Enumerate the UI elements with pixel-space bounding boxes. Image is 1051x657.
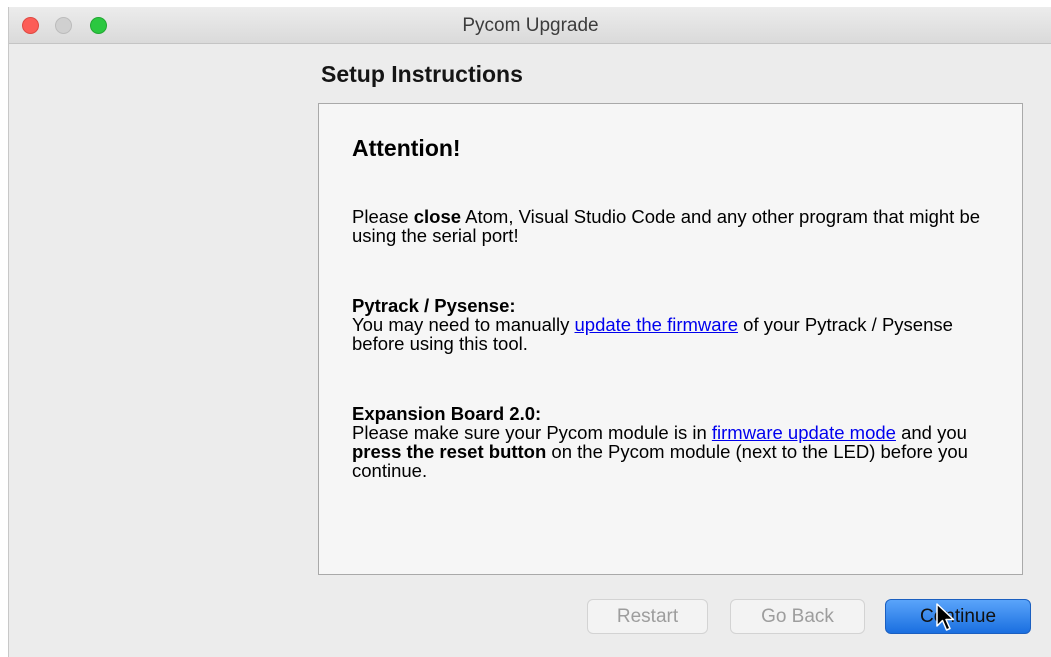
expansion-text-before: Please make sure your Pycom module is in bbox=[352, 422, 712, 443]
pytrack-text-before: You may need to manually bbox=[352, 314, 575, 335]
continue-button[interactable]: Continue bbox=[885, 599, 1031, 634]
instructions-panel: Attention! Please close Atom, Visual Stu… bbox=[318, 103, 1023, 575]
restart-button[interactable]: Restart bbox=[587, 599, 708, 634]
window-title: Pycom Upgrade bbox=[462, 15, 599, 36]
reset-button-instruction: press the reset button bbox=[352, 441, 547, 462]
expansion-text-middle: and you bbox=[895, 422, 967, 443]
expansion-board-section: Expansion Board 2.0: Please make sure you… bbox=[352, 404, 992, 480]
pytrack-section: Pytrack / Pysense: You may need to manual… bbox=[352, 296, 992, 353]
expansion-heading: Expansion Board 2.0: bbox=[352, 403, 542, 424]
pytrack-heading: Pytrack / Pysense: bbox=[352, 295, 516, 316]
go-back-button[interactable]: Go Back bbox=[730, 599, 865, 634]
title-bar: Pycom Upgrade bbox=[9, 7, 1051, 44]
update-firmware-link[interactable]: update the firmware bbox=[575, 314, 739, 335]
close-notice-prefix: Please bbox=[352, 206, 414, 227]
app-window: Pycom Upgrade Setup Instructions Attenti… bbox=[8, 7, 1051, 657]
attention-heading: Attention! bbox=[352, 135, 461, 161]
close-programs-notice: Please close Atom, Visual Studio Code an… bbox=[352, 207, 992, 245]
close-notice-bold: close bbox=[413, 206, 462, 227]
mouse-cursor-icon bbox=[936, 603, 955, 631]
firmware-update-mode-link[interactable]: firmware update mode bbox=[712, 422, 896, 443]
section-title: Setup Instructions bbox=[321, 61, 523, 87]
